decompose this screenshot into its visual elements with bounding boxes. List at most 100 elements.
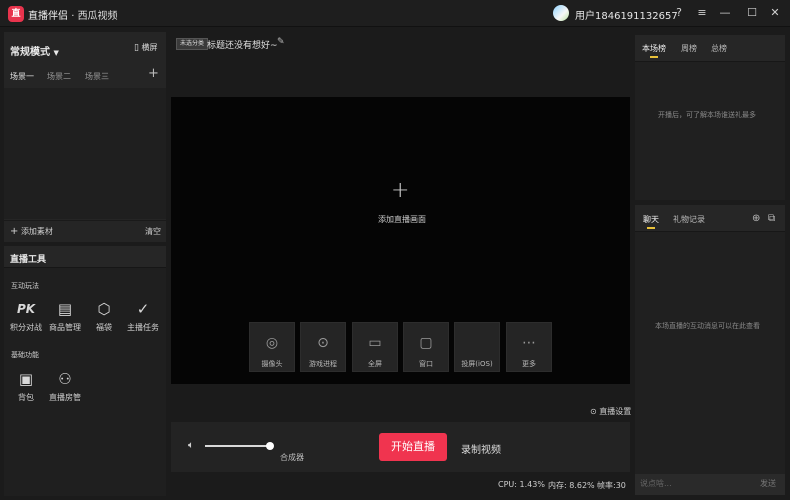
tab-scene-1[interactable]: 场景一 (4, 66, 40, 88)
help-icon[interactable]: ? (671, 5, 687, 21)
mode-label: 常规模式 (10, 47, 50, 58)
stream-title[interactable]: 标题还没有想好~ (207, 38, 278, 51)
source-window-button[interactable]: ▢ 窗口 (403, 322, 449, 372)
tool-label: 主播任务 (127, 323, 159, 332)
add-scene-icon[interactable]: + (148, 66, 159, 81)
monitor-icon: ▭ (368, 335, 382, 351)
close-icon[interactable]: ✕ (767, 5, 783, 21)
source-label: 全屏 (368, 360, 382, 368)
source-ios-cast-button[interactable]: 投屏(iOS) (454, 322, 500, 372)
tool-label: 商品管理 (49, 323, 81, 332)
record-video-button[interactable]: 录制视频 (461, 441, 501, 456)
active-tab-indicator (650, 56, 658, 58)
material-list (4, 88, 166, 219)
app-title: 直播伴侣 · 西瓜视频 (28, 7, 118, 22)
add-screen-label[interactable]: 添加直播画面 (378, 214, 426, 225)
product-management-tool[interactable]: ▤ 商品管理 (44, 298, 86, 333)
basic-section-title: 基础功能 (11, 351, 39, 359)
source-label: 摄像头 (261, 360, 283, 368)
camera-icon: ◎ (265, 335, 279, 351)
tab-total-rank[interactable]: 总榜 (711, 43, 727, 54)
add-screen-plus-icon[interactable]: + (391, 178, 409, 203)
source-label: 游戏进程 (309, 360, 337, 368)
live-settings-label: 直播设置 (599, 407, 632, 416)
send-button[interactable]: 发送 (760, 478, 776, 489)
more-icon: ⋯ (522, 335, 536, 351)
tools-title: 直播工具 (10, 255, 47, 265)
avatar[interactable] (553, 5, 569, 21)
chat-settings-icon[interactable]: ⊕ (752, 213, 760, 224)
anchor-task-tool[interactable]: ✓ 主播任务 (122, 298, 164, 333)
title-separator: · (71, 11, 75, 22)
interactive-section-title: 互动玩法 (11, 282, 39, 290)
tab-scene-2[interactable]: 场景二 (40, 66, 78, 88)
tab-weekly-rank[interactable]: 周榜 (681, 43, 697, 54)
speaker-icon[interactable]: 🔈︎ (188, 440, 194, 451)
tool-label: 福袋 (96, 323, 112, 332)
start-live-button[interactable]: 开始直播 (379, 433, 447, 461)
mode-dropdown[interactable]: 常规模式 ▼ (10, 43, 59, 58)
live-preview[interactable] (171, 97, 630, 384)
edit-icon[interactable]: ✎ (277, 37, 285, 47)
app-name: 直播伴侣 (28, 11, 68, 22)
landscape-label: 横屏 (141, 43, 158, 52)
plus-icon: + (10, 226, 19, 237)
settings-icon: ⊙ (590, 407, 597, 416)
ranking-empty-text: 开播后，可了解本场谁送礼最多 (658, 111, 756, 119)
cpu-status: CPU: 1.43% (498, 480, 545, 489)
apple-icon (455, 333, 499, 353)
backpack-tool[interactable]: ▣ 背包 (5, 368, 47, 403)
source-fullscreen-button[interactable]: ▭ 全屏 (352, 322, 398, 372)
lucky-bag-icon: ⬡ (97, 300, 111, 318)
volume-slider[interactable] (205, 445, 271, 447)
window-icon: ▢ (419, 335, 433, 351)
tool-label: 直播房管 (49, 393, 81, 402)
tab-gift-records[interactable]: 礼物记录 (673, 214, 705, 225)
source-more-button[interactable]: ⋯ 更多 (506, 322, 552, 372)
admin-icon: ⚇ (58, 370, 72, 388)
tab-scene-3[interactable]: 场景三 (78, 66, 116, 88)
tool-label: 积分对战 (10, 323, 42, 332)
app-logo-icon: 直 (8, 6, 24, 22)
tab-current-rank[interactable]: 本场榜 (642, 43, 666, 54)
category-badge[interactable]: 未选分类 (176, 38, 209, 50)
live-settings-button[interactable]: ⊙ 直播设置 (590, 406, 631, 417)
backpack-icon: ▣ (18, 370, 34, 388)
scene-tabs: 场景一 场景二 场景三 (4, 66, 166, 88)
memory-status: 内存: 8.62% (548, 481, 595, 490)
landscape-button[interactable]: ▯ 横屏 (134, 42, 158, 53)
tool-label: 背包 (18, 393, 34, 402)
room-admin-tool[interactable]: ⚇ 直播房管 (44, 368, 86, 403)
source-game-button[interactable]: ⊙ 游戏进程 (300, 322, 346, 372)
app-window: 直 直播伴侣 · 西瓜视频 用户1846191132657 ? ≡ — ☐ ✕ … (0, 0, 790, 500)
maximize-icon[interactable]: ☐ (744, 5, 760, 21)
shop-icon: ▤ (57, 300, 73, 318)
volume-slider-handle[interactable] (266, 442, 274, 450)
add-material-label: 添加素材 (20, 227, 53, 236)
chat-empty-text: 本场直播的互动消息可以在此查看 (655, 322, 760, 330)
source-label: 窗口 (419, 360, 433, 368)
screen-icon: ▯ (134, 43, 139, 53)
chat-panel (635, 205, 785, 495)
popout-icon[interactable]: ⧉ (768, 213, 775, 224)
gamepad-icon: ⊙ (317, 335, 329, 351)
platform-name: 西瓜视频 (77, 11, 118, 22)
pk-icon: PK (16, 302, 36, 316)
fps-status: 帧率:30 (597, 481, 626, 490)
menu-icon[interactable]: ≡ (694, 5, 710, 21)
add-material-button[interactable]: + 添加素材 (10, 226, 53, 237)
lucky-bag-tool[interactable]: ⬡ 福袋 (83, 298, 125, 333)
pk-battle-tool[interactable]: PK 积分对战 (5, 298, 47, 333)
active-tab-indicator (647, 227, 655, 229)
chat-input[interactable]: 说点啥... (640, 478, 672, 489)
minimize-icon[interactable]: — (717, 5, 733, 21)
source-label: 投屏(iOS) (461, 360, 493, 368)
task-icon: ✓ (136, 300, 150, 318)
source-camera-button[interactable]: ◎ 摄像头 (249, 322, 295, 372)
user-name[interactable]: 用户1846191132657 (575, 7, 678, 22)
source-label: 更多 (522, 360, 536, 368)
clear-button[interactable]: 清空 (145, 226, 161, 237)
mixer-button[interactable]: 合成器 (280, 452, 304, 463)
tab-chat[interactable]: 聊天 (643, 214, 659, 225)
caret-down-icon: ▼ (53, 49, 59, 57)
